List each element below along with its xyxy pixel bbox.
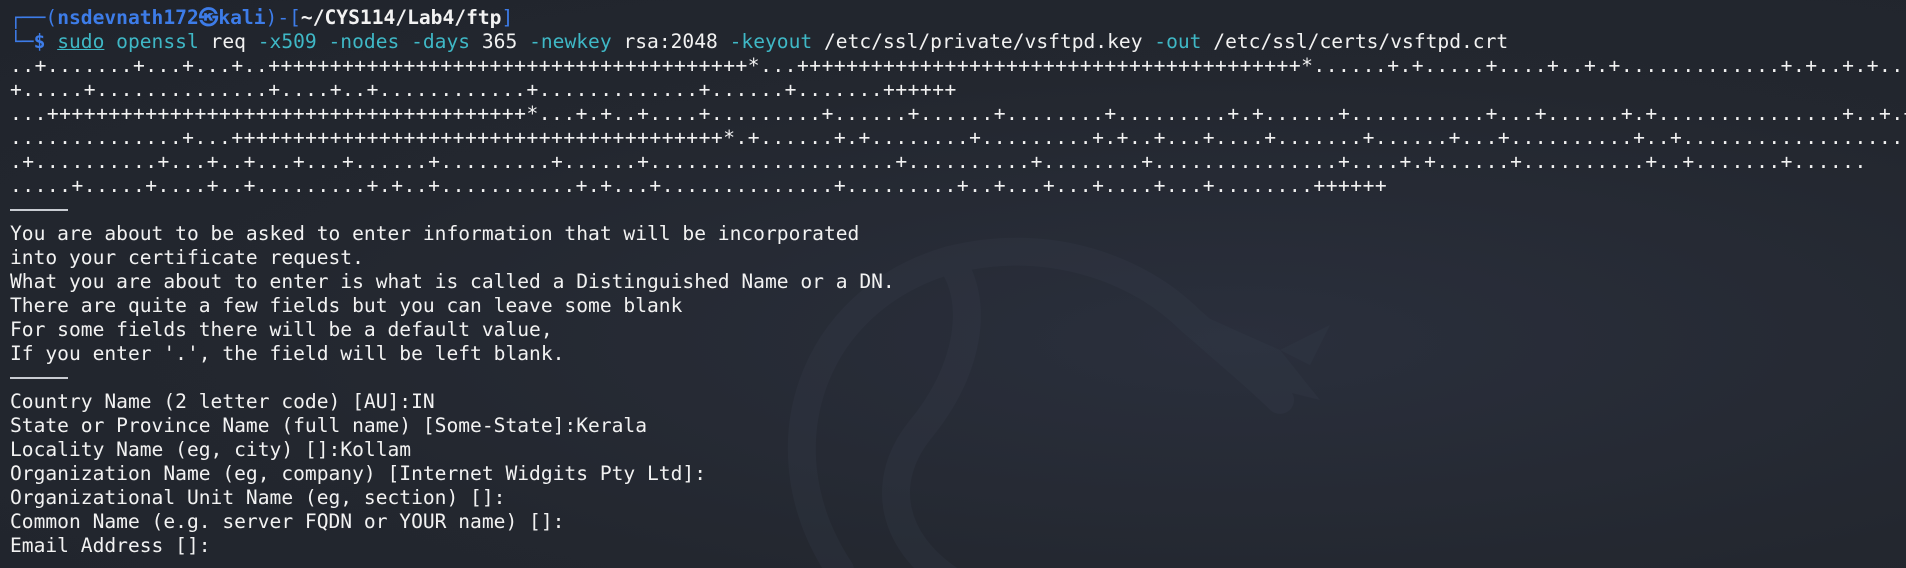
keygen-progress-line: ..............+...++++++++++++++++++++++…	[10, 126, 1904, 149]
command-argument: rsa:2048	[623, 30, 718, 53]
prompt-line-top: ┌──(nsdevnath172㉿kali)-[~/CYS114/Lab4/ft…	[10, 6, 1906, 30]
info-line: What you are about to enter is what is c…	[10, 270, 895, 293]
terminal-window[interactable]: ┌──(nsdevnath172㉿kali)-[~/CYS114/Lab4/ft…	[0, 0, 1906, 568]
info-line: There are quite a few fields but you can…	[10, 294, 683, 317]
field-prompt: Email Address []:	[10, 534, 211, 557]
field-prompt: Organizational Unit Name (eg, section) […	[10, 486, 506, 509]
command-line: └─$ sudo openssl req -x509 -nodes -days …	[10, 30, 1906, 54]
field-org-unit: Organizational Unit Name (eg, section) […	[10, 486, 1906, 510]
command-option: -keyout	[729, 30, 813, 53]
field-value: Kollam	[340, 438, 412, 461]
separator-line	[10, 377, 68, 379]
prompt-separator: )-[	[265, 6, 301, 29]
info-line: If you enter '.', the field will be left…	[10, 342, 565, 365]
prompt-dollar: $	[33, 30, 46, 53]
command-option: -days	[411, 30, 471, 53]
prompt-at-symbol: ㉿	[198, 6, 219, 29]
command-sudo: sudo	[57, 30, 105, 53]
field-prompt: State or Province Name (full name) [Some…	[10, 414, 577, 437]
field-prompt: Common Name (e.g. server FQDN or YOUR na…	[10, 510, 565, 533]
command-exe: openssl	[116, 30, 199, 53]
keygen-progress-line: ..+.......+...+...+..+++++++++++++++++++…	[10, 54, 1906, 77]
field-locality: Locality Name (eg, city) []:Kollam	[10, 438, 1906, 462]
prompt-hostname: kali	[218, 6, 266, 29]
info-line: into your certificate request.	[10, 246, 364, 269]
command-option: -out	[1154, 30, 1202, 53]
separator-line	[10, 209, 68, 211]
command-argument: 365	[481, 30, 518, 53]
command-option: -nodes	[328, 30, 400, 53]
keygen-progress-line: +.....+..............+....+..+..........…	[10, 78, 957, 101]
field-prompt: Locality Name (eg, city) []:	[10, 438, 341, 461]
command-option: -newkey	[529, 30, 612, 53]
field-common-name: Common Name (e.g. server FQDN or YOUR na…	[10, 510, 1906, 534]
command-argument: /etc/ssl/private/vsftpd.key	[823, 30, 1143, 53]
terminal-output: ┌──(nsdevnath172㉿kali)-[~/CYS114/Lab4/ft…	[10, 6, 1906, 558]
prompt-path: ~/CYS114/Lab4/ftp	[300, 6, 502, 29]
prompt-frame-bottom: └─	[10, 30, 34, 53]
field-value: IN	[411, 390, 435, 413]
field-email[interactable]: Email Address []:	[10, 534, 1906, 558]
field-value: Kerala	[576, 414, 648, 437]
prompt-username: nsdevnath172	[57, 6, 199, 29]
keygen-progress-line: ...+++++++++++++++++++++++++++++++++++++…	[10, 102, 1906, 125]
info-line: For some fields there will be a default …	[10, 318, 553, 341]
prompt-frame: ┌──(	[10, 6, 58, 29]
command-option: -x509	[257, 30, 317, 53]
field-organization: Organization Name (eg, company) [Interne…	[10, 462, 1906, 486]
field-country: Country Name (2 letter code) [AU]:IN	[10, 390, 1906, 414]
keygen-progress-line: .....+.....+....+..+.........+.+..+.....…	[10, 174, 1388, 197]
command-subcommand: req	[210, 30, 246, 53]
command-argument: /etc/ssl/certs/vsftpd.crt	[1213, 30, 1509, 53]
field-prompt: Country Name (2 letter code) [AU]:	[10, 390, 412, 413]
keygen-progress-line: .+..........+...+..+...+...+......+.....…	[10, 150, 1867, 173]
field-state: State or Province Name (full name) [Some…	[10, 414, 1906, 438]
prompt-close: ]	[501, 6, 514, 29]
field-prompt: Organization Name (eg, company) [Interne…	[10, 462, 706, 485]
info-line: You are about to be asked to enter infor…	[10, 222, 860, 245]
